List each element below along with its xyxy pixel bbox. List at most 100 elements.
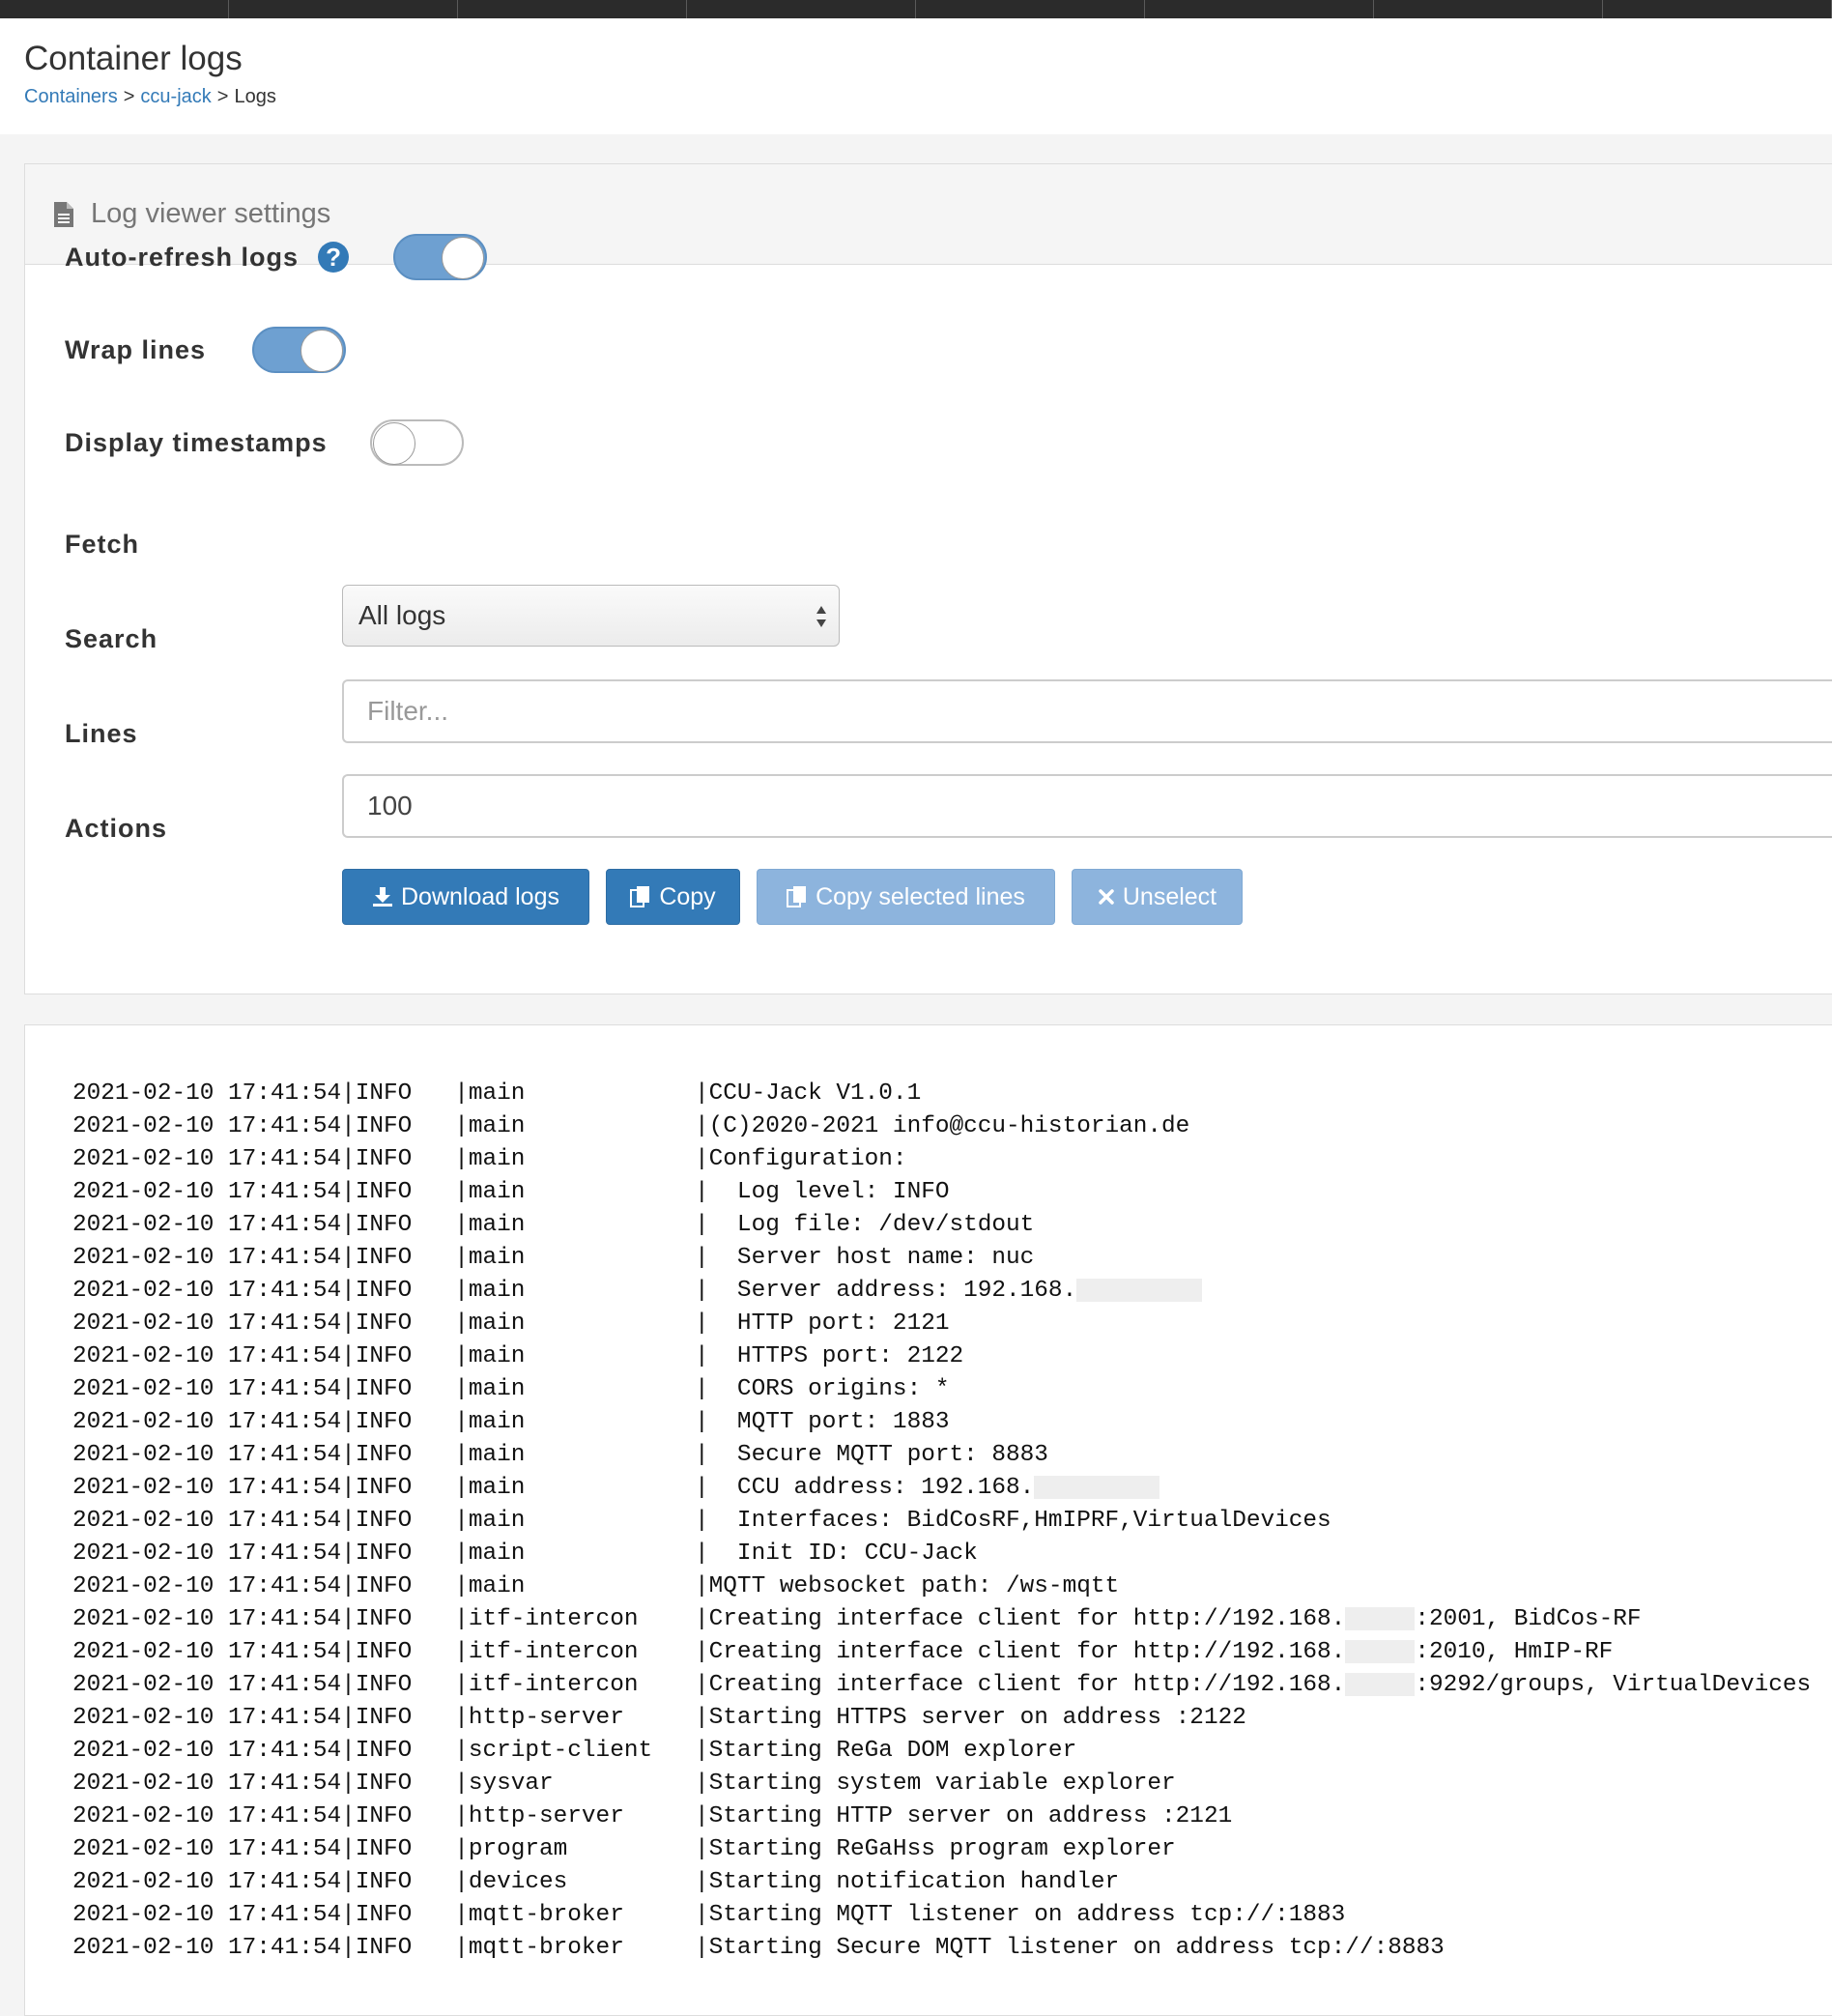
wrap-lines-toggle[interactable] — [252, 327, 347, 373]
fetch-row-label: Fetch — [65, 530, 139, 560]
log-line[interactable]: 2021-02-10 17:41:54|INFO |http-server |S… — [72, 1702, 1811, 1735]
breadcrumb-ccu-jack[interactable]: ccu-jack — [140, 86, 211, 107]
wrap-lines-row: Wrap lines — [65, 327, 347, 373]
close-icon — [1099, 889, 1114, 905]
actions-row-label: Actions — [65, 814, 167, 844]
log-line[interactable]: 2021-02-10 17:41:54|INFO |main |CCU-Jack… — [72, 1078, 1811, 1110]
bookmark-tab[interactable] — [1145, 0, 1374, 18]
breadcrumb-containers[interactable]: Containers — [24, 86, 118, 107]
log-line[interactable]: 2021-02-10 17:41:54|INFO |itf-intercon |… — [72, 1603, 1811, 1636]
auto-refresh-toggle[interactable] — [393, 234, 488, 280]
fetch-select[interactable]: All logs — [342, 585, 840, 647]
copy-button[interactable]: Copy — [606, 869, 740, 925]
select-arrows-icon — [816, 606, 826, 627]
redacted-block — [1345, 1606, 1416, 1630]
log-line-text: 2021-02-10 17:41:54|INFO |main | Init ID… — [72, 1541, 978, 1567]
log-line[interactable]: 2021-02-10 17:41:54|INFO |devices |Start… — [72, 1866, 1811, 1899]
fetch-label: Fetch — [65, 530, 140, 559]
breadcrumb-current: Logs — [234, 86, 276, 107]
bookmark-tab[interactable] — [458, 0, 687, 18]
log-line[interactable]: 2021-02-10 17:41:54|INFO |http-server |S… — [72, 1800, 1811, 1833]
log-line-text: 2021-02-10 17:41:54|INFO |main |Configur… — [72, 1146, 907, 1172]
log-line-text: 2021-02-10 17:41:54|INFO |itf-intercon |… — [72, 1606, 1346, 1632]
log-line[interactable]: 2021-02-10 17:41:54|INFO |main | HTTP po… — [72, 1308, 1811, 1340]
bookmark-tab[interactable] — [916, 0, 1145, 18]
log-line[interactable]: 2021-02-10 17:41:54|INFO |main | Server … — [72, 1275, 1811, 1308]
log-line-text: 2021-02-10 17:41:54|INFO |itf-intercon |… — [72, 1639, 1346, 1665]
log-line[interactable]: 2021-02-10 17:41:54|INFO |main | Server … — [72, 1242, 1811, 1275]
log-line[interactable]: 2021-02-10 17:41:54|INFO |main | Interfa… — [72, 1505, 1811, 1538]
log-line[interactable]: 2021-02-10 17:41:54|INFO |sysvar |Starti… — [72, 1768, 1811, 1800]
log-line-text: 2021-02-10 17:41:54|INFO |script-client … — [72, 1738, 1077, 1764]
log-line[interactable]: 2021-02-10 17:41:54|INFO |main |Configur… — [72, 1143, 1811, 1176]
toggle-knob — [372, 422, 415, 465]
log-output-panel: 2021-02-10 17:41:54|INFO |main |CCU-Jack… — [24, 1024, 1832, 2016]
copy-selected-lines-button[interactable]: Copy selected lines — [757, 869, 1055, 925]
help-icon[interactable]: ? — [318, 242, 350, 273]
wrap-lines-label: Wrap lines — [65, 334, 207, 364]
log-line[interactable]: 2021-02-10 17:41:54|INFO |main | Log lev… — [72, 1176, 1811, 1209]
log-line-text: 2021-02-10 17:41:54|INFO |main | Interfa… — [72, 1508, 1331, 1534]
log-content[interactable]: 2021-02-10 17:41:54|INFO |main |CCU-Jack… — [72, 1078, 1811, 1965]
log-line-text: 2021-02-10 17:41:54|INFO |main | MQTT po… — [72, 1409, 950, 1435]
search-row-label: Search — [65, 624, 157, 654]
log-line[interactable]: 2021-02-10 17:41:54|INFO |main | Secure … — [72, 1439, 1811, 1472]
log-line[interactable]: 2021-02-10 17:41:54|INFO |main | CORS or… — [72, 1373, 1811, 1406]
log-line[interactable]: 2021-02-10 17:41:54|INFO |program |Start… — [72, 1833, 1811, 1866]
log-line[interactable]: 2021-02-10 17:41:54|INFO |main | MQTT po… — [72, 1406, 1811, 1439]
copy-icon — [787, 886, 807, 907]
unselect-button[interactable]: Unselect — [1072, 869, 1243, 925]
bookmark-tab[interactable] — [229, 0, 458, 18]
log-line[interactable]: 2021-02-10 17:41:54|INFO |script-client … — [72, 1735, 1811, 1768]
log-line[interactable]: 2021-02-10 17:41:54|INFO |mqtt-broker |S… — [72, 1932, 1811, 1965]
log-line-text: 2021-02-10 17:41:54|INFO |mqtt-broker |S… — [72, 1935, 1445, 1961]
actions-label: Actions — [65, 814, 168, 843]
copy-icon — [630, 886, 650, 907]
log-line-text: 2021-02-10 17:41:54|INFO |main | HTTP po… — [72, 1310, 950, 1337]
download-logs-button[interactable]: Download logs — [342, 869, 589, 925]
bookmark-tab[interactable] — [1374, 0, 1603, 18]
search-input[interactable]: Filter... — [342, 679, 1832, 743]
breadcrumb-separator: > — [123, 86, 135, 107]
log-line-text: 2021-02-10 17:41:54|INFO |devices |Start… — [72, 1869, 1120, 1895]
log-line-text: 2021-02-10 17:41:54|INFO |main |CCU-Jack… — [72, 1080, 922, 1107]
log-line-suffix: :2001, BidCos-RF — [1415, 1606, 1642, 1632]
log-line-text: 2021-02-10 17:41:54|INFO |http-server |S… — [72, 1705, 1246, 1731]
log-line[interactable]: 2021-02-10 17:41:54|INFO |itf-intercon |… — [72, 1636, 1811, 1669]
log-viewer-settings-panel: Log viewer settings Auto-refresh logs ? … — [24, 163, 1832, 994]
bookmark-tab[interactable] — [0, 0, 229, 18]
breadcrumb: Containers > ccu-jack > Logs — [24, 86, 276, 108]
display-timestamps-label: Display timestamps — [65, 427, 328, 457]
download-icon — [373, 887, 392, 907]
log-line[interactable]: 2021-02-10 17:41:54|INFO |mqtt-broker |S… — [72, 1899, 1811, 1932]
file-icon — [54, 201, 73, 227]
lines-input[interactable]: 100 — [342, 774, 1832, 838]
log-line[interactable]: 2021-02-10 17:41:54|INFO |main |MQTT web… — [72, 1570, 1811, 1603]
toggle-knob — [442, 237, 485, 279]
redacted-block — [1034, 1475, 1159, 1499]
display-timestamps-toggle[interactable] — [369, 419, 464, 466]
auto-refresh-row: Auto-refresh logs ? — [65, 234, 488, 280]
bookmark-tab[interactable] — [687, 0, 916, 18]
browser-bookmark-bar — [0, 0, 1832, 18]
redacted-block — [1345, 1639, 1416, 1663]
log-line[interactable]: 2021-02-10 17:41:54|INFO |main | Log fil… — [72, 1209, 1811, 1242]
log-line-text: 2021-02-10 17:41:54|INFO |main |(C)2020-… — [72, 1113, 1190, 1139]
log-line-text: 2021-02-10 17:41:54|INFO |sysvar |Starti… — [72, 1771, 1176, 1797]
log-line[interactable]: 2021-02-10 17:41:54|INFO |main | HTTPS p… — [72, 1340, 1811, 1373]
download-logs-label: Download logs — [401, 882, 559, 910]
log-line[interactable]: 2021-02-10 17:41:54|INFO |main | CCU add… — [72, 1472, 1811, 1505]
bookmark-tab[interactable] — [1603, 0, 1832, 18]
log-line[interactable]: 2021-02-10 17:41:54|INFO |main | Init ID… — [72, 1538, 1811, 1570]
copy-label: Copy — [659, 882, 716, 910]
log-line-text: 2021-02-10 17:41:54|INFO |main | HTTPS p… — [72, 1343, 964, 1369]
lines-row-label: Lines — [65, 719, 138, 749]
log-line-text: 2021-02-10 17:41:54|INFO |itf-intercon |… — [72, 1672, 1346, 1698]
log-line[interactable]: 2021-02-10 17:41:54|INFO |main |(C)2020-… — [72, 1110, 1811, 1143]
redacted-block — [1076, 1278, 1202, 1302]
log-line[interactable]: 2021-02-10 17:41:54|INFO |itf-intercon |… — [72, 1669, 1811, 1702]
log-line-text: 2021-02-10 17:41:54|INFO |main | Log fil… — [72, 1212, 1035, 1238]
copy-selected-lines-label: Copy selected lines — [816, 882, 1025, 910]
breadcrumb-separator: > — [216, 86, 229, 107]
display-timestamps-row: Display timestamps — [65, 419, 464, 466]
